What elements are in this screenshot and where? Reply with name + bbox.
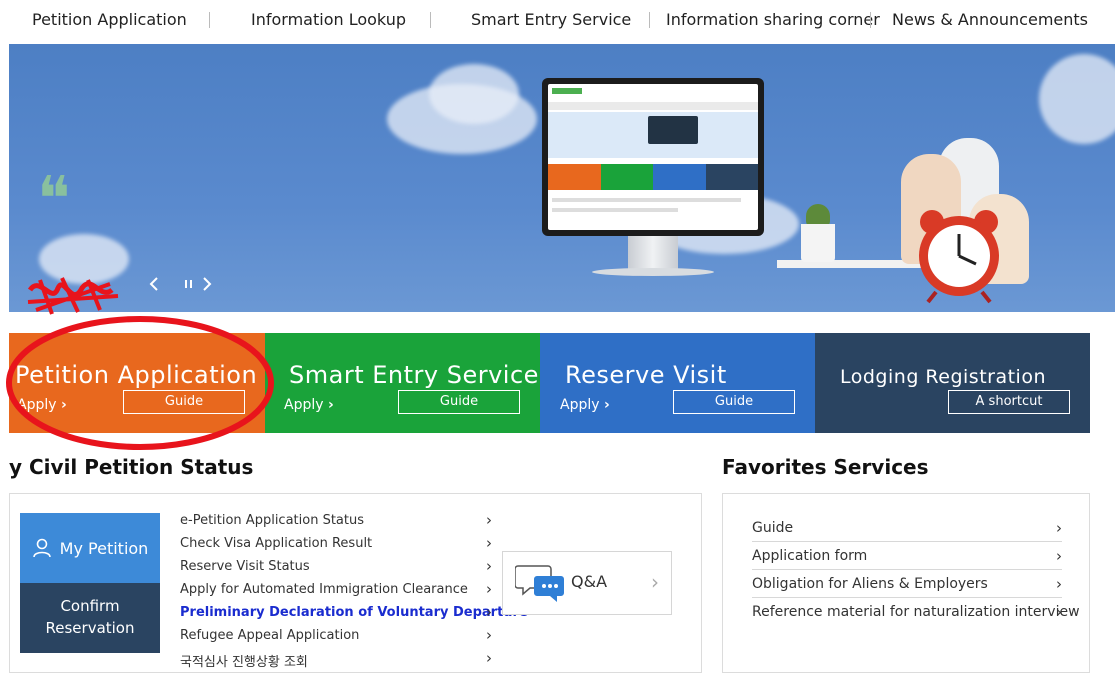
confirm-reservation-button[interactable]: Confirm Reservation — [20, 583, 160, 653]
tile-apply-link[interactable]: Apply › — [560, 397, 610, 413]
chevron-left-icon — [149, 277, 158, 291]
monitor-illustration — [542, 78, 764, 236]
nav-petition-application[interactable]: Petition Application — [32, 10, 187, 29]
list-item[interactable]: e-Petition Application Status › — [180, 511, 492, 536]
tile-guide-button[interactable]: Guide — [123, 390, 245, 414]
confirm-label-line2: Reservation — [45, 619, 135, 637]
nav-smart-entry-service[interactable]: Smart Entry Service — [471, 10, 631, 29]
petition-status-list: e-Petition Application Status › Check Vis… — [180, 511, 528, 674]
tile-guide-button[interactable]: Guide — [398, 390, 520, 414]
nav-news-announcements[interactable]: News & Announcements — [892, 10, 1088, 29]
nav-divider — [649, 12, 650, 28]
list-item[interactable]: Guide › — [752, 514, 1062, 542]
banner-prev-button[interactable] — [149, 276, 159, 295]
petition-status-title: y Civil Petition Status — [9, 455, 254, 479]
nav-divider — [870, 12, 871, 28]
list-item[interactable]: Preliminary Declaration of Voluntary Dep… — [180, 603, 528, 628]
tile-reserve-visit[interactable]: Reserve Visit Apply › Guide — [540, 333, 815, 433]
chevron-right-icon: › — [486, 649, 492, 667]
my-petition-button[interactable]: My Petition — [20, 513, 160, 583]
list-item[interactable]: Refugee Appeal Application › — [180, 626, 492, 651]
cloud-decoration — [1039, 54, 1115, 144]
pause-icon — [185, 280, 192, 288]
chevron-right-icon: › — [486, 580, 492, 598]
user-icon — [32, 538, 51, 558]
banner-next-button[interactable] — [202, 276, 212, 295]
chevron-right-icon: › — [60, 397, 67, 413]
list-item[interactable]: Reserve Visit Status › — [180, 557, 492, 582]
chevron-right-icon: › — [327, 397, 334, 413]
tile-title: Lodging Registration — [840, 366, 1046, 388]
quote-icon: ❝ — [37, 162, 71, 235]
chevron-right-icon: › — [1056, 575, 1062, 593]
chevron-right-icon: › — [651, 570, 659, 594]
monitor-base — [592, 268, 714, 276]
chevron-right-icon: › — [1056, 547, 1062, 565]
tile-title: Reserve Visit — [565, 361, 727, 389]
nav-divider — [209, 12, 210, 28]
chevron-right-icon: › — [486, 626, 492, 644]
chat-bubble-icon — [515, 565, 564, 602]
chevron-right-icon: › — [1056, 519, 1062, 537]
chevron-right-icon — [203, 277, 212, 291]
chevron-right-icon: › — [486, 603, 492, 621]
confirm-label-line1: Confirm — [60, 597, 120, 615]
qa-button[interactable]: Q&A › — [502, 551, 672, 615]
chevron-right-icon: › — [486, 557, 492, 575]
tile-guide-button[interactable]: Guide — [673, 390, 795, 414]
list-item[interactable]: Check Visa Application Result › — [180, 534, 492, 559]
nav-information-sharing-corner[interactable]: Information sharing corner — [666, 10, 880, 29]
tile-shortcut-button[interactable]: A shortcut — [948, 390, 1070, 414]
favorites-title: Favorites Services — [722, 455, 929, 479]
pot-illustration — [801, 224, 835, 262]
cloud-decoration — [39, 234, 129, 284]
list-item[interactable]: Application form › — [752, 542, 1062, 570]
chevron-right-icon: › — [486, 534, 492, 552]
tile-apply-link[interactable]: Apply › — [284, 397, 334, 413]
chevron-right-icon: › — [603, 397, 610, 413]
main-banner[interactable]: ❝ — [9, 44, 1115, 312]
list-item[interactable]: Apply for Automated Immigration Clearanc… — [180, 580, 492, 605]
qa-label: Q&A — [571, 572, 608, 591]
favorites-list: Guide › Application form › Obligation for … — [752, 514, 1080, 626]
chevron-right-icon: › — [1056, 603, 1062, 621]
monitor-screen — [548, 84, 758, 230]
monitor-stand — [628, 236, 678, 270]
tile-lodging-registration[interactable]: Lodging Registration A shortcut — [815, 333, 1090, 433]
top-navigation: Petition Application Information Lookup … — [0, 0, 1115, 42]
tile-apply-link[interactable]: Apply › — [17, 397, 67, 413]
cloud-decoration — [429, 64, 519, 124]
chevron-right-icon: › — [486, 511, 492, 529]
list-item[interactable]: Obligation for Aliens & Employers › — [752, 570, 1062, 598]
tile-title: Petition Application — [15, 361, 258, 389]
nav-information-lookup[interactable]: Information Lookup — [251, 10, 406, 29]
tile-petition-application[interactable]: Petition Application Apply › Guide — [9, 333, 265, 433]
alarm-clock-icon — [919, 210, 999, 304]
list-item[interactable]: Reference material for naturalization in… — [752, 598, 1080, 626]
tile-title: Smart Entry Service — [289, 361, 539, 389]
tile-smart-entry-service[interactable]: Smart Entry Service Apply › Guide — [265, 333, 540, 433]
list-item[interactable]: 국적심사 진행상황 조회 › — [180, 649, 492, 674]
my-petition-label: My Petition — [59, 538, 149, 558]
banner-pause-button[interactable] — [185, 276, 193, 295]
nav-divider — [430, 12, 431, 28]
